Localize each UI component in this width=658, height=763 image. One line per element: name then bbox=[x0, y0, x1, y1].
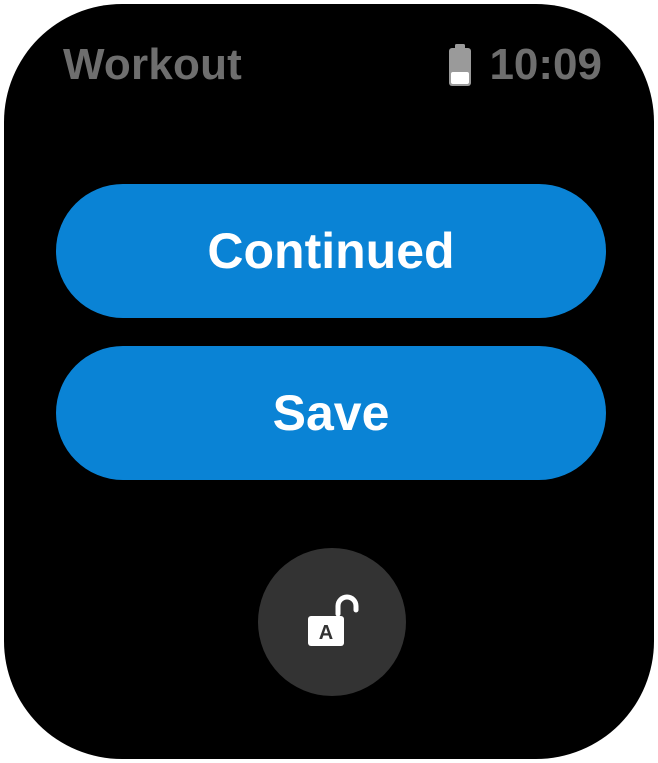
unlock-button[interactable]: A bbox=[258, 548, 406, 696]
lock-badge-letter: A bbox=[319, 622, 333, 644]
watch-screen: Workout 10:09 Continued Save A bbox=[4, 4, 654, 759]
clock-time: 10:09 bbox=[489, 40, 602, 89]
unlock-icon: A bbox=[300, 590, 364, 654]
continue-button[interactable]: Continued bbox=[56, 184, 606, 318]
battery-icon bbox=[449, 44, 472, 86]
app-title: Workout bbox=[63, 40, 243, 89]
status-indicators: 10:09 bbox=[449, 40, 602, 90]
save-button[interactable]: Save bbox=[56, 346, 606, 480]
status-bar: Workout 10:09 bbox=[4, 4, 654, 124]
